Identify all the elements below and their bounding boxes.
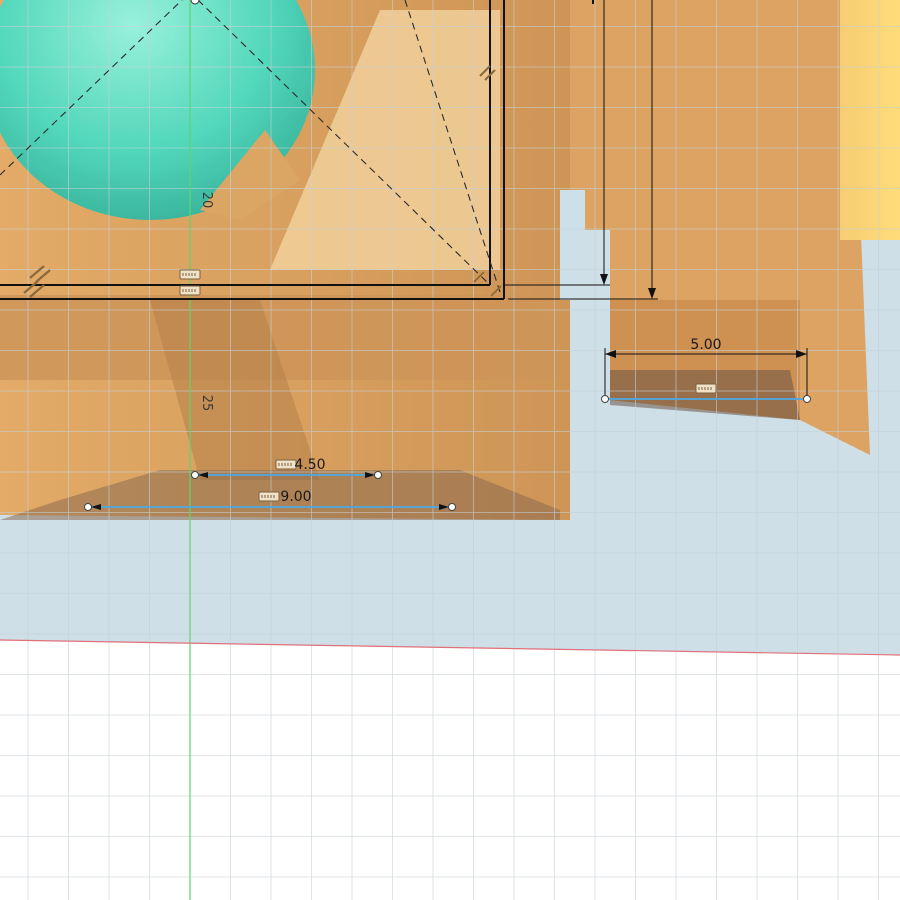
point-handle-icon[interactable] <box>601 395 609 403</box>
point-handle-icon[interactable] <box>803 395 811 403</box>
point-handle-icon[interactable] <box>191 471 199 479</box>
point-handle-icon[interactable] <box>448 503 456 511</box>
dimension-value-4-5[interactable]: 4.50 <box>294 457 325 473</box>
horizontal-constraint-icon[interactable] <box>258 491 280 502</box>
point-handle-icon[interactable] <box>84 503 92 511</box>
sketch-canvas[interactable]: 20 25 5.00 4.50 9.00 <box>0 0 900 900</box>
construction-point[interactable] <box>190 0 200 5</box>
sketch-viewport[interactable]: 20 25 5.00 4.50 9.00 <box>0 0 900 900</box>
axis-label-25: 25 <box>199 395 214 412</box>
reference-highlight <box>840 0 900 240</box>
horizontal-constraint-icon[interactable] <box>275 459 297 470</box>
dimension-value-5[interactable]: 5.00 <box>690 337 721 353</box>
reference-image <box>0 0 900 655</box>
dimension-value-9[interactable]: 9.00 <box>280 489 311 505</box>
axis-label-20: 20 <box>199 192 214 209</box>
point-handle-icon[interactable] <box>374 471 382 479</box>
horizontal-constraint-icon[interactable] <box>695 383 717 394</box>
